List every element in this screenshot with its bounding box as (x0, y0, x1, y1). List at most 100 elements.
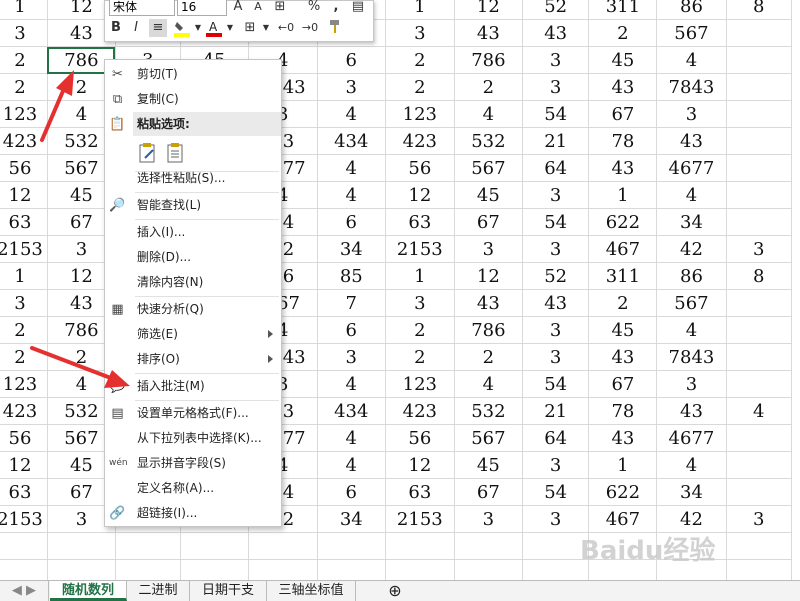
menu-item-smart-lookup[interactable]: 🔎 智能查找(L) (105, 193, 281, 217)
grid-cell[interactable]: 467 (588, 235, 658, 263)
grid-cell[interactable]: 3 (656, 100, 727, 128)
grid-cell[interactable] (0, 559, 48, 580)
grid-cell[interactable] (0, 532, 48, 560)
grid-cell[interactable] (725, 73, 793, 101)
grid-cell[interactable]: 34 (656, 208, 727, 236)
grid-cell[interactable]: 3 (453, 235, 523, 263)
grid-cell[interactable] (46, 532, 116, 560)
grid-cell[interactable]: 532 (453, 397, 523, 425)
grid-cell[interactable]: 1 (384, 0, 455, 20)
grid-cell[interactable]: 7843 (656, 73, 727, 101)
grid-cell[interactable] (725, 100, 793, 128)
increase-font-icon[interactable]: A (229, 0, 247, 16)
grid-cell[interactable]: 4 (656, 316, 727, 344)
grid-cell[interactable]: 34 (316, 505, 386, 533)
font-color-dropdown-icon[interactable]: ▼ (221, 19, 239, 37)
grid-cell[interactable]: 3 (316, 73, 386, 101)
grid-cell[interactable] (725, 451, 793, 479)
grid-cell[interactable]: 45 (453, 181, 523, 209)
grid-cell[interactable]: 43 (521, 289, 590, 317)
grid-cell[interactable]: 12 (453, 262, 523, 290)
grid-cell[interactable]: 78 (588, 397, 658, 425)
grid-cell[interactable]: 123 (0, 100, 48, 128)
grid-cell[interactable]: 52 (521, 0, 590, 20)
grid-cell[interactable]: 2153 (384, 235, 455, 263)
grid-cell[interactable]: 3 (521, 235, 590, 263)
grid-cell[interactable]: 2 (0, 73, 48, 101)
grid-cell[interactable]: 6 (316, 478, 386, 506)
grid-cell[interactable]: 423 (384, 127, 455, 155)
grid-cell[interactable] (384, 559, 455, 580)
grid-cell[interactable]: 54 (521, 478, 590, 506)
menu-item-phonetic[interactable]: wén 显示拼音字段(S) (105, 451, 281, 475)
grid-cell[interactable]: 56 (0, 424, 48, 452)
grid-cell[interactable]: 434 (316, 127, 386, 155)
grid-cell[interactable]: 6 (316, 208, 386, 236)
menu-item-quick-analysis[interactable]: ▦ 快速分析(Q) (105, 297, 281, 321)
grid-cell[interactable]: 2153 (0, 235, 48, 263)
grid-cell[interactable]: 45 (588, 316, 658, 344)
grid-cell[interactable]: 4 (316, 424, 386, 452)
grid-cell[interactable] (114, 532, 181, 560)
grid-cell[interactable] (725, 289, 793, 317)
grid-cell[interactable]: 6 (316, 316, 386, 344)
grid-cell[interactable] (316, 532, 386, 560)
grid-cell[interactable] (725, 127, 793, 155)
grid-cell[interactable]: 532 (453, 127, 523, 155)
grid-cell[interactable]: 2 (384, 73, 455, 101)
grid-cell[interactable]: 786 (453, 46, 523, 74)
grid-cell[interactable]: 3 (316, 343, 386, 371)
grid-cell[interactable]: 2 (453, 73, 523, 101)
grid-cell[interactable] (453, 532, 523, 560)
increase-decimal-icon[interactable]: ←0 (277, 19, 295, 37)
grid-cell[interactable] (384, 532, 455, 560)
grid-cell[interactable]: 67 (588, 100, 658, 128)
menu-item-define-name[interactable]: 定义名称(A)... (105, 476, 281, 500)
grid-cell[interactable]: 1 (0, 0, 48, 20)
tab-scroll-buttons[interactable]: ◀ ▶ (0, 581, 49, 601)
grid-cell[interactable]: 67 (453, 478, 523, 506)
grid-cell[interactable]: 467 (588, 505, 658, 533)
grid-cell[interactable]: 86 (656, 262, 727, 290)
grid-cell[interactable]: 56 (0, 154, 48, 182)
grid-cell[interactable]: 2 (384, 316, 455, 344)
grid-cell[interactable]: 67 (453, 208, 523, 236)
grid-cell[interactable] (725, 370, 793, 398)
grid-cell[interactable]: 6 (316, 46, 386, 74)
grid-cell[interactable] (725, 478, 793, 506)
grid-cell[interactable]: 3 (521, 343, 590, 371)
grid-cell[interactable]: 3 (656, 370, 727, 398)
grid-cell[interactable] (725, 208, 793, 236)
grid-cell[interactable]: 2 (0, 46, 48, 74)
menu-item-insert-comment[interactable]: 💬 插入批注(M) (105, 374, 281, 398)
menu-item-format-cells[interactable]: ▤ 设置单元格格式(F)... (105, 401, 281, 425)
decrease-font-icon[interactable]: A (249, 0, 267, 16)
grid-cell[interactable]: 2153 (384, 505, 455, 533)
grid-cell[interactable]: 3 (0, 289, 48, 317)
currency-format-icon[interactable]: ⊞ (271, 0, 289, 16)
grid-cell[interactable]: 67 (588, 370, 658, 398)
grid-cell[interactable]: 311 (588, 262, 658, 290)
align-center-icon[interactable]: ≡ (149, 19, 167, 37)
grid-cell[interactable]: 43 (656, 397, 727, 425)
grid-cell[interactable]: 2 (588, 289, 658, 317)
grid-cell[interactable]: 3 (725, 235, 793, 263)
grid-cell[interactable]: 423 (0, 127, 48, 155)
grid-cell[interactable]: 3 (725, 505, 793, 533)
grid-cell[interactable]: 43 (588, 424, 658, 452)
grid-cell[interactable]: 43 (588, 73, 658, 101)
grid-cell[interactable]: 21 (521, 397, 590, 425)
grid-cell[interactable]: 4 (316, 451, 386, 479)
grid-cell[interactable]: 8 (725, 262, 793, 290)
tab-binary[interactable]: 二进制 (127, 581, 190, 601)
grid-cell[interactable]: 4677 (656, 424, 727, 452)
grid-cell[interactable] (247, 559, 318, 580)
grid-cell[interactable] (725, 181, 793, 209)
grid-cell[interactable]: 86 (656, 0, 727, 20)
grid-cell[interactable]: 423 (384, 397, 455, 425)
grid-cell[interactable]: 567 (656, 19, 727, 47)
font-name-box[interactable]: 宋体 (109, 0, 175, 16)
grid-cell[interactable]: 3 (521, 46, 590, 74)
grid-cell[interactable]: 12 (384, 181, 455, 209)
menu-item-insert[interactable]: 插入(I)... (105, 220, 281, 244)
